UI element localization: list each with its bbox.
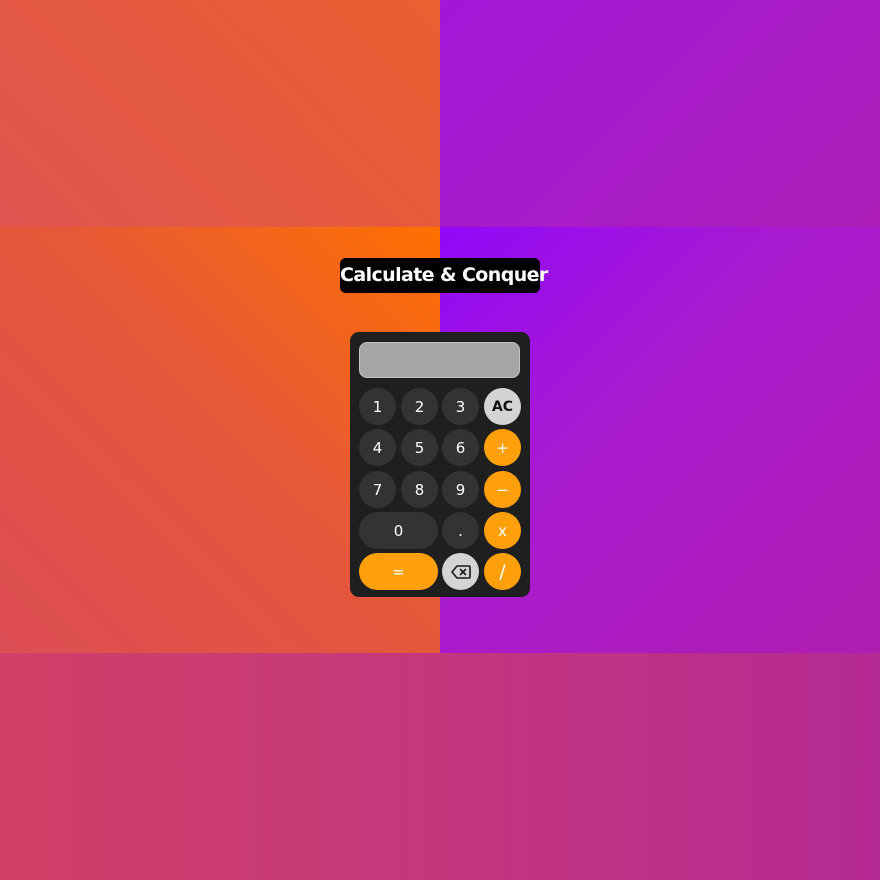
backspace-button[interactable]: [442, 553, 479, 590]
key-5[interactable]: 5: [401, 429, 438, 466]
equals-button[interactable]: =: [359, 553, 438, 590]
key-7[interactable]: 7: [359, 471, 396, 508]
backspace-icon: [450, 564, 471, 579]
page-title: Calculate & Conquer: [340, 258, 548, 293]
clear-button[interactable]: AC: [484, 388, 521, 425]
key-2[interactable]: 2: [401, 388, 438, 425]
key-8[interactable]: 8: [401, 471, 438, 508]
calculator: 1 2 3 AC 4 5 6 + 7 8 9 − 0 . x = /: [350, 332, 530, 597]
decimal-button[interactable]: .: [442, 512, 479, 549]
key-4[interactable]: 4: [359, 429, 396, 466]
key-1[interactable]: 1: [359, 388, 396, 425]
background-panel-top-right: [440, 0, 880, 227]
key-0[interactable]: 0: [359, 512, 438, 549]
calculator-display: [359, 342, 520, 378]
key-6[interactable]: 6: [442, 429, 479, 466]
subtract-button[interactable]: −: [484, 471, 521, 508]
add-button[interactable]: +: [484, 429, 521, 466]
key-3[interactable]: 3: [442, 388, 479, 425]
key-9[interactable]: 9: [442, 471, 479, 508]
background-panel-bottom: [0, 653, 880, 880]
divide-button[interactable]: /: [484, 553, 521, 590]
background-panel-top-left: [0, 0, 440, 227]
multiply-button[interactable]: x: [484, 512, 521, 549]
